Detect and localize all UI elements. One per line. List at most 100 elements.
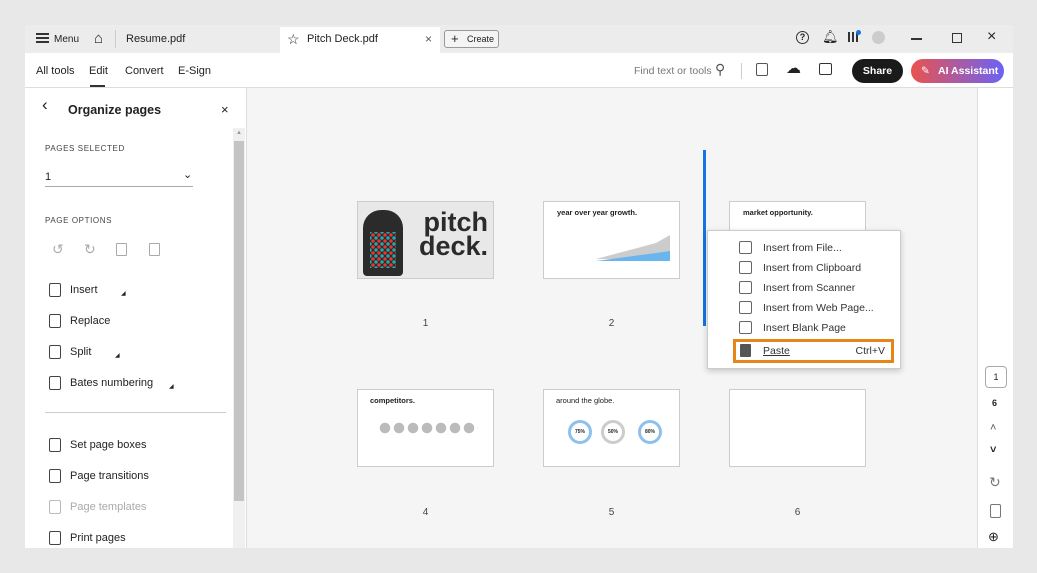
scanner-icon	[739, 281, 752, 294]
paste-shortcut: Ctrl+V	[855, 345, 885, 357]
lollipop-chart-graphic	[378, 422, 478, 434]
transitions-icon	[49, 469, 61, 483]
ai-icon: ✎	[921, 65, 930, 77]
nav-convert[interactable]: Convert	[125, 65, 164, 77]
page-tools-icon[interactable]	[990, 504, 1001, 518]
page-grid: pitch deck. year over year growth. marke…	[247, 88, 977, 548]
menu-insert-blank-page[interactable]: Insert Blank Page	[708, 318, 900, 338]
close-window-icon[interactable]: ×	[987, 28, 996, 46]
menu-item-label: Insert from Scanner	[763, 282, 856, 294]
blank-page-icon	[739, 321, 752, 334]
close-panel-icon[interactable]: ×	[221, 102, 229, 117]
previous-page-icon[interactable]: ˄	[990, 422, 996, 434]
confetti-graphic	[370, 232, 396, 268]
current-page-input[interactable]: 1	[985, 366, 1007, 388]
avatar[interactable]	[872, 31, 885, 44]
menu-item-label: Insert from Web Page...	[763, 302, 874, 314]
search-icon[interactable]: ⚲	[715, 61, 725, 78]
rotate-left-icon[interactable]: ↺	[52, 241, 64, 258]
bell-icon[interactable]: 🔔︎	[822, 29, 839, 45]
divider	[741, 63, 742, 79]
option-label: Page templates	[70, 501, 147, 513]
option-label: Page transitions	[70, 470, 149, 482]
page-thumbnail-2[interactable]: year over year growth.	[543, 201, 680, 279]
chevron-down-icon: ⌄	[183, 169, 193, 181]
paste-icon	[740, 344, 751, 357]
insert-context-menu: Insert from File... Insert from Clipboar…	[707, 230, 901, 369]
option-label: Insert	[70, 284, 98, 296]
save-icon[interactable]	[756, 63, 768, 76]
nav-edit[interactable]: Edit	[89, 65, 108, 77]
ai-assistant-label: AI Assistant	[938, 65, 999, 77]
page-thumbnail-1[interactable]: pitch deck.	[357, 201, 494, 279]
menu-insert-from-clipboard[interactable]: Insert from Clipboard	[708, 258, 900, 278]
tab-pitch-deck[interactable]: ☆ Pitch Deck.pdf ×	[280, 27, 440, 53]
menu-paste[interactable]: Paste Ctrl+V	[733, 339, 894, 363]
plus-icon: +	[451, 31, 459, 46]
next-page-icon[interactable]: ˅	[990, 444, 996, 456]
option-label: Print pages	[70, 532, 126, 544]
restore-icon[interactable]	[952, 33, 962, 43]
upload-cloud-icon[interactable]: ☁	[786, 59, 801, 77]
scrollbar-thumb[interactable]	[234, 141, 244, 501]
create-button[interactable]: + Create	[444, 30, 499, 48]
ai-assistant-button[interactable]: ✎ AI Assistant	[911, 59, 1004, 83]
tab-resume[interactable]: Resume.pdf	[126, 33, 185, 45]
globe-icon	[739, 301, 752, 314]
submenu-indicator-icon: ◢	[121, 291, 126, 297]
templates-icon	[49, 500, 61, 514]
page-thumbnail-6[interactable]	[729, 389, 866, 467]
back-icon[interactable]: ‹	[42, 95, 48, 115]
clipboard-icon	[739, 261, 752, 274]
search-input[interactable]: Find text or tools	[634, 65, 712, 77]
menu-button[interactable]: Menu	[54, 34, 79, 45]
trash-icon[interactable]	[116, 243, 127, 256]
stat-circle: 80%	[638, 420, 662, 444]
menu-insert-from-web-page[interactable]: Insert from Web Page...	[708, 298, 900, 318]
rotate-icon[interactable]: ↻	[989, 474, 1001, 491]
minimize-icon[interactable]	[911, 38, 922, 40]
tab-bar: Menu ⌂ Resume.pdf ☆ Pitch Deck.pdf × + Cr…	[25, 25, 1013, 53]
menu-insert-from-scanner[interactable]: Insert from Scanner	[708, 278, 900, 298]
hamburger-icon[interactable]	[36, 33, 49, 43]
rotate-right-icon[interactable]: ↻	[84, 241, 96, 258]
star-icon[interactable]: ☆	[287, 31, 300, 48]
toolbar: All tools Edit Convert E-Sign Find text …	[25, 53, 1013, 88]
pages-selected-value: 1	[45, 171, 52, 183]
submenu-indicator-icon: ◢	[115, 353, 120, 359]
share-button[interactable]: Share	[852, 59, 903, 83]
pages-selected-dropdown[interactable]: 1 ⌄	[45, 168, 193, 187]
menu-item-label: Insert Blank Page	[763, 322, 846, 334]
tab-label: Pitch Deck.pdf	[307, 33, 378, 45]
split-icon	[49, 345, 61, 359]
page-thumbnail-5[interactable]: around the globe. 75% 50% 80%	[543, 389, 680, 467]
scroll-up-icon[interactable]: ▲	[236, 130, 242, 136]
panel-scrollbar[interactable]: ▲	[233, 128, 245, 548]
print-icon[interactable]	[819, 63, 832, 75]
print-icon	[49, 531, 61, 545]
nav-all-tools[interactable]: All tools	[36, 65, 75, 77]
page-number: 2	[608, 318, 615, 329]
option-label: Bates numbering	[70, 377, 154, 389]
help-icon[interactable]: ?	[796, 31, 809, 44]
nav-esign[interactable]: E-Sign	[178, 65, 211, 77]
file-icon	[739, 241, 752, 254]
page-thumbnail-4[interactable]: competitors.	[357, 389, 494, 467]
area-chart-graphic	[596, 235, 670, 261]
zoom-in-icon[interactable]: ⊕	[988, 529, 999, 545]
thumb-title: competitors.	[370, 396, 416, 405]
extract-icon[interactable]	[149, 243, 160, 256]
option-label: Set page boxes	[70, 439, 147, 451]
divider	[115, 30, 116, 48]
menu-item-label: Insert from Clipboard	[763, 262, 862, 274]
stat-circle: 50%	[601, 420, 625, 444]
home-icon[interactable]: ⌂	[94, 30, 103, 47]
pages-selected-label: PAGES SELECTED	[45, 144, 125, 153]
insert-icon	[49, 283, 61, 297]
total-pages: 6	[992, 398, 998, 408]
option-label: Replace	[70, 315, 111, 327]
close-tab-icon[interactable]: ×	[425, 32, 432, 46]
page-options-label: PAGE OPTIONS	[45, 216, 113, 225]
replace-icon	[49, 314, 61, 328]
menu-insert-from-file[interactable]: Insert from File...	[708, 238, 900, 258]
